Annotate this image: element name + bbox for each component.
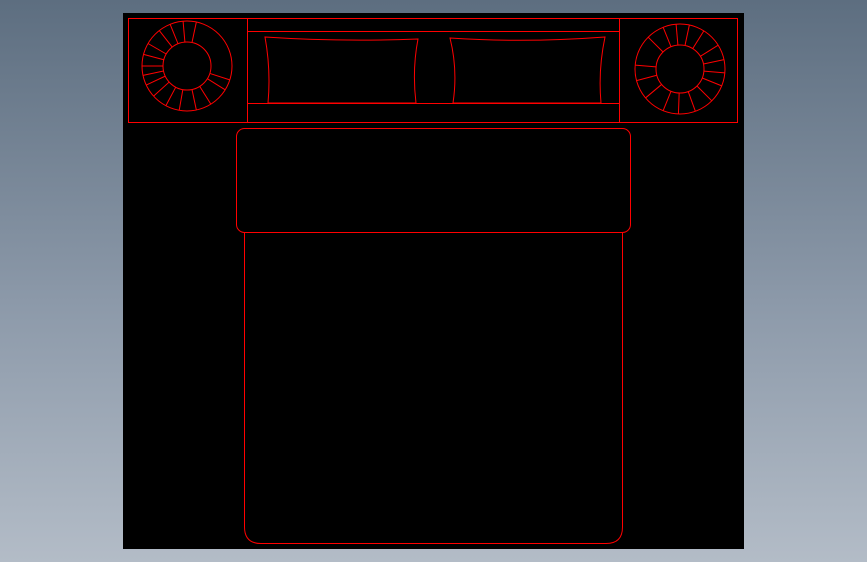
lamp-shade-line — [199, 86, 212, 105]
lamp-shade-line — [191, 21, 197, 43]
pillow-left — [264, 36, 419, 104]
bed-plan-drawing — [128, 18, 738, 544]
lamp-shade-line — [178, 89, 184, 111]
lamp-shade-line — [662, 27, 672, 47]
lamp-shade-line — [182, 21, 186, 43]
lamp-shade-line — [687, 91, 696, 112]
lamp-shade-line — [696, 85, 713, 102]
lamp-shade-line — [684, 24, 690, 46]
lamp-shade-line — [209, 72, 230, 81]
duvet-fold — [236, 128, 631, 233]
lamp-shade-line — [142, 70, 164, 76]
lamp-shade-line — [147, 43, 167, 55]
lamp-shade-line — [636, 74, 657, 82]
lamp-shade-line — [207, 78, 226, 91]
lamp-shade-line — [647, 36, 664, 53]
lamp-icon — [634, 23, 726, 115]
headboard-outer — [128, 18, 738, 123]
lamp-shade-line — [169, 24, 179, 44]
lamp-shade-line — [645, 84, 662, 99]
lamp-shade-line — [191, 89, 197, 111]
lamp-shade-line — [692, 30, 705, 49]
lamp-shade-line — [165, 86, 177, 106]
lamp-shade-line — [146, 75, 166, 86]
pillow-right — [449, 36, 606, 104]
headboard-panel — [247, 31, 620, 104]
lamp-shade-line — [158, 30, 173, 48]
lamp-shade-line — [702, 77, 722, 87]
lamp-icon — [141, 20, 233, 112]
lamp-shade-line — [143, 53, 164, 61]
lamp-shade-line — [662, 91, 672, 111]
lamp-inner-ring — [655, 44, 705, 94]
bed-mattress — [244, 232, 623, 544]
lamp-shade-line — [675, 24, 679, 46]
lamp-inner-ring — [162, 41, 212, 91]
lamp-shade-line — [635, 64, 657, 68]
lamp-shade-line — [700, 44, 719, 57]
lamp-shade-line — [153, 81, 170, 97]
lamp-shade-line — [703, 70, 725, 74]
lamp-shade-line — [677, 92, 680, 114]
lamp-shade-line — [703, 59, 725, 65]
nightstand-left — [128, 18, 248, 123]
